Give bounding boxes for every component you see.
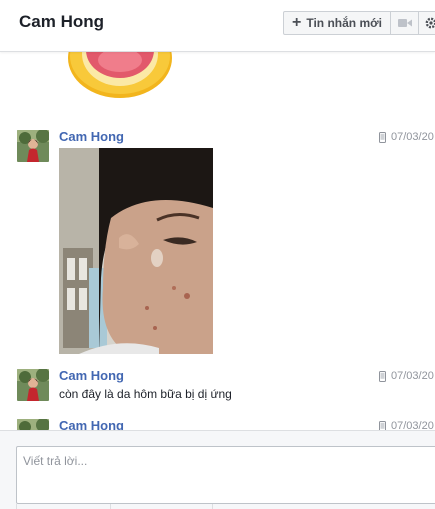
video-camera-icon bbox=[397, 19, 412, 27]
video-call-button[interactable] bbox=[391, 11, 419, 35]
timestamp: 07/03/20 bbox=[379, 420, 434, 430]
settings-button[interactable] bbox=[419, 11, 435, 35]
mobile-phone-icon bbox=[379, 131, 386, 143]
sender-name[interactable]: Cam Hong bbox=[59, 368, 124, 383]
toolbar-divider bbox=[110, 504, 111, 509]
avatar[interactable] bbox=[17, 130, 49, 162]
header-actions: + Tin nhắn mới bbox=[283, 11, 435, 35]
new-message-label: Tin nhắn mới bbox=[306, 16, 382, 30]
timestamp: 07/03/20 bbox=[379, 370, 434, 382]
reply-placeholder: Viết trả lời... bbox=[23, 454, 88, 468]
new-message-button[interactable]: + Tin nhắn mới bbox=[283, 11, 391, 35]
avatar[interactable] bbox=[17, 419, 49, 430]
reply-composer: Viết trả lời... bbox=[0, 430, 435, 509]
mobile-phone-icon bbox=[379, 420, 386, 430]
sender-name[interactable]: Cam Hong bbox=[59, 129, 124, 144]
gear-icon bbox=[425, 17, 435, 29]
toolbar-divider bbox=[212, 504, 213, 509]
conversation-title[interactable]: Cam Hong bbox=[19, 12, 104, 32]
plus-icon: + bbox=[292, 14, 302, 31]
avatar[interactable] bbox=[17, 369, 49, 401]
message-photo-attachment[interactable] bbox=[59, 148, 213, 354]
conversation-header: Cam Hong + Tin nhắn mới bbox=[0, 0, 435, 52]
timestamp: 07/03/20 bbox=[379, 131, 434, 143]
toolbar-divider bbox=[16, 504, 17, 509]
message-thread[interactable]: Cam Hong 07/03/20 Cam Hong 07/03/20 còn … bbox=[0, 52, 435, 430]
reply-input[interactable]: Viết trả lời... bbox=[16, 446, 435, 504]
sender-name[interactable]: Cam Hong bbox=[59, 418, 124, 430]
message-body: còn đây là da hôm bữa bị dị ứng bbox=[59, 387, 232, 401]
mobile-phone-icon bbox=[379, 370, 386, 382]
sticker-image bbox=[68, 52, 172, 98]
